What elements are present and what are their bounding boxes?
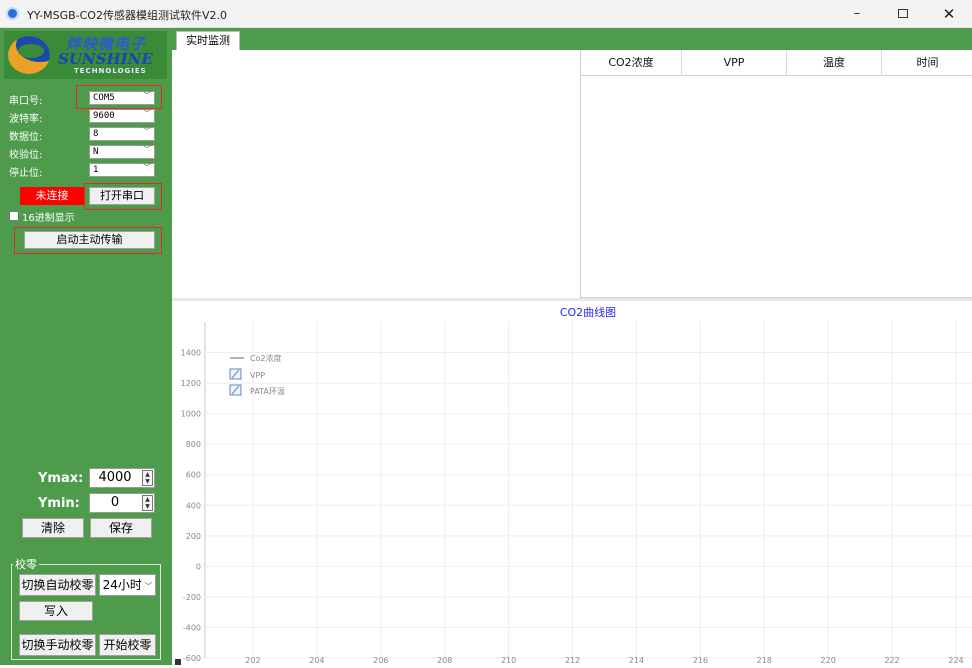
tab-strip: [172, 28, 972, 50]
port-label: 串口号:: [9, 96, 43, 107]
column-co2[interactable]: CO2浓度: [581, 50, 682, 76]
x-tick-label: 214: [629, 656, 644, 665]
x-tick-label: 218: [757, 656, 772, 665]
chevron-down-icon: ﹀: [143, 145, 151, 154]
chevron-down-icon: ﹀: [143, 127, 151, 136]
y-tick-label: -600: [183, 654, 201, 663]
chart-title: CO2曲线图: [560, 305, 616, 319]
window-title: YY-MSGB-CO2传感器模组测试软件V2.0: [27, 9, 227, 22]
stopbits-value: 1: [93, 165, 99, 175]
company-logo: 烨映微电子 SUNSHINE TECHNOLOGIES: [4, 31, 167, 79]
legend-item-1: VPP: [250, 371, 265, 380]
logo-english-name: SUNSHINE: [58, 50, 153, 68]
baud-label: 波特率:: [9, 114, 43, 125]
databits-value: 8: [93, 129, 99, 139]
start-zero-button[interactable]: 开始校零: [99, 634, 156, 656]
zero-interval-value: 24小时: [102, 578, 142, 592]
baud-select[interactable]: 9600 ﹀: [89, 109, 155, 123]
x-tick-label: 206: [373, 656, 388, 665]
y-tick-label: -400: [183, 623, 201, 632]
data-table[interactable]: CO2浓度 VPP 温度 时间: [580, 50, 972, 298]
control-sidebar: 烨映微电子 SUNSHINE TECHNOLOGIES 串口号: COM5 ﹀ 波…: [0, 28, 172, 665]
maximize-icon: [898, 9, 908, 18]
spin-arrows-icon[interactable]: ▲ ▼: [142, 470, 153, 486]
clear-button[interactable]: 清除: [22, 518, 84, 538]
y-tick-label: 800: [186, 440, 201, 449]
ymax-value: 4000: [98, 470, 132, 485]
ymin-value: 0: [110, 495, 120, 510]
y-tick-label: 1400: [181, 349, 201, 358]
parity-select[interactable]: N ﹀: [89, 145, 155, 159]
column-time[interactable]: 时间: [882, 50, 972, 76]
legend-item-2: PATA环温: [250, 387, 285, 396]
x-tick-label: 212: [565, 656, 580, 665]
x-tick-label: 220: [821, 656, 836, 665]
y-tick-label: 0: [196, 562, 201, 571]
connection-status-badge: 未连接: [20, 187, 84, 205]
chevron-down-icon: ﹀: [143, 163, 151, 172]
ymin-label: Ymin:: [38, 496, 80, 511]
write-button[interactable]: 写入: [19, 601, 93, 621]
logo-mark-icon: [8, 36, 50, 74]
close-button[interactable]: ✕: [926, 0, 972, 28]
legend-item-co2: Co2浓度: [250, 353, 282, 363]
logo-subtitle: TECHNOLOGIES: [74, 67, 147, 75]
hex-display-label: 16进制显示: [22, 213, 75, 224]
zero-calibration-title: 校零: [13, 556, 39, 572]
co2-chart-panel: CO2曲线图 1400 1200 1000 800 600 400 200 0 -200 -400 -…: [172, 301, 972, 665]
save-button[interactable]: 保存: [90, 518, 152, 538]
annotation-box-3: [14, 227, 162, 254]
corner-handle-icon: [175, 659, 181, 665]
databits-select[interactable]: 8 ﹀: [89, 127, 155, 141]
column-temperature[interactable]: 温度: [787, 50, 882, 76]
table-header: CO2浓度 VPP 温度 时间: [581, 50, 972, 76]
chevron-down-icon: ﹀: [143, 109, 151, 118]
y-tick-label: 200: [186, 532, 201, 541]
maximize-button[interactable]: [880, 0, 926, 28]
parity-label: 校验位:: [9, 150, 43, 161]
app-icon: [6, 7, 19, 20]
parity-value: N: [93, 147, 99, 157]
receive-text-area[interactable]: [172, 50, 578, 298]
stopbits-label: 停止位:: [9, 168, 43, 179]
x-tick-label: 224: [948, 656, 963, 665]
switch-manual-zero-button[interactable]: 切换手动校零: [19, 634, 96, 656]
x-tick-label: 216: [693, 656, 708, 665]
x-tick-label: 222: [884, 656, 899, 665]
tab-realtime-monitor[interactable]: 实时监测: [176, 31, 240, 50]
hex-display-checkbox[interactable]: [9, 211, 19, 221]
x-tick-label: 202: [245, 656, 260, 665]
stopbits-select[interactable]: 1 ﹀: [89, 163, 155, 177]
column-vpp[interactable]: VPP: [682, 50, 787, 76]
databits-label: 数据位:: [9, 132, 43, 143]
y-tick-label: 1000: [181, 410, 201, 419]
y-tick-label: 400: [186, 501, 201, 510]
x-tick-label: 210: [501, 656, 516, 665]
x-tick-label: 204: [309, 656, 324, 665]
ymax-spinbox[interactable]: 4000 ▲ ▼: [89, 468, 155, 488]
co2-chart: CO2曲线图 1400 1200 1000 800 600 400 200 0 -200 -400 -…: [175, 305, 972, 665]
title-bar: YY-MSGB-CO2传感器模组测试软件V2.0 – ✕: [0, 0, 972, 28]
minimize-button[interactable]: –: [834, 0, 880, 28]
switch-auto-zero-button[interactable]: 切换自动校零: [19, 574, 96, 596]
x-tick-label: 208: [437, 656, 452, 665]
zero-interval-select[interactable]: 24小时 ﹀: [99, 574, 156, 596]
y-tick-label: -200: [183, 593, 201, 602]
y-tick-label: 1200: [181, 379, 201, 388]
annotation-box-2: [84, 183, 162, 210]
y-tick-label: 600: [186, 471, 201, 480]
ymax-label: Ymax:: [38, 471, 84, 486]
spin-arrows-icon[interactable]: ▲ ▼: [142, 495, 153, 511]
baud-value: 9600: [93, 111, 115, 121]
ymin-spinbox[interactable]: 0 ▲ ▼: [89, 493, 155, 513]
chevron-down-icon: ﹀: [141, 582, 153, 591]
annotation-box-1: [76, 85, 162, 109]
